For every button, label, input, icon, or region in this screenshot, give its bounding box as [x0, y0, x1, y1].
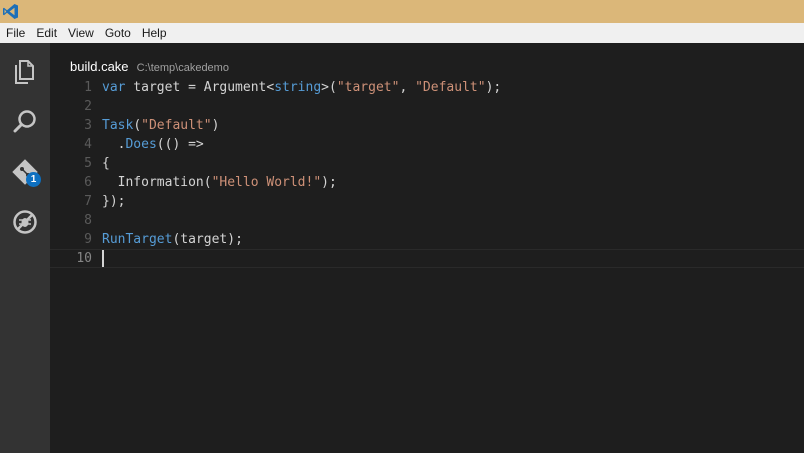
- code-line[interactable]: 5{: [50, 154, 804, 173]
- keyword-token: var: [102, 80, 126, 95]
- menu-file[interactable]: File: [0, 23, 30, 43]
- debug-icon: [13, 210, 37, 234]
- code-line[interactable]: 4 .Does(() =>: [50, 135, 804, 154]
- search-button[interactable]: [0, 97, 50, 147]
- line-text: });: [102, 192, 125, 211]
- code-token: ): [211, 118, 220, 133]
- line-text: .Does(() =>: [102, 135, 204, 154]
- editor-area[interactable]: build.cake C:\temp\cakedemo 1 var target …: [50, 43, 804, 453]
- line-text: RunTarget(target);: [102, 230, 243, 249]
- code-line[interactable]: 7});: [50, 192, 804, 211]
- code-token: );: [485, 80, 502, 95]
- menu-help[interactable]: Help: [136, 23, 172, 43]
- line-number: 4: [84, 137, 92, 152]
- git-badge: 1: [26, 172, 41, 187]
- string-token: "target": [336, 80, 400, 95]
- line-number: 2: [84, 99, 92, 114]
- file-path: C:\temp\cakedemo: [136, 62, 229, 74]
- code-token: {: [102, 156, 110, 171]
- code-token: });: [102, 194, 126, 209]
- code-token: (() =>: [156, 137, 204, 152]
- keyword-token: RunTarget: [102, 232, 173, 247]
- keyword-token: Does: [125, 137, 157, 152]
- line-number: 1: [84, 80, 92, 95]
- string-token: "Default": [141, 118, 212, 133]
- code-line[interactable]: 10: [50, 249, 804, 268]
- code-token: (target);: [172, 232, 243, 247]
- text-cursor: [102, 250, 104, 267]
- code-line[interactable]: 6 Information("Hello World!");: [50, 173, 804, 192]
- line-number: 10: [76, 251, 92, 266]
- files-icon: [15, 60, 34, 84]
- debug-button[interactable]: [0, 197, 50, 247]
- editor-title: build.cake C:\temp\cakedemo: [70, 56, 229, 74]
- code-token: target = Argument<: [125, 80, 275, 95]
- menu-goto[interactable]: Goto: [99, 23, 136, 43]
- code-line[interactable]: 1 var target = Argument<string>("target",…: [50, 78, 804, 97]
- code-area[interactable]: 1 var target = Argument<string>("target",…: [50, 78, 804, 268]
- code-line[interactable]: 3 Task("Default"): [50, 116, 804, 135]
- vscode-logo-icon: [3, 4, 18, 19]
- code-token: (: [133, 118, 142, 133]
- code-token: ,: [399, 80, 416, 95]
- line-number: 6: [84, 175, 92, 190]
- git-button[interactable]: 1: [0, 147, 50, 197]
- menu-bar: File Edit View Goto Help: [0, 23, 804, 43]
- code-token: );: [321, 175, 337, 190]
- explorer-button[interactable]: [0, 47, 50, 97]
- string-token: "Default": [415, 80, 486, 95]
- line-text: Task("Default"): [102, 116, 219, 135]
- keyword-token: Task: [102, 118, 134, 133]
- line-text: Information("Hello World!");: [102, 173, 337, 192]
- keyword-token: string: [274, 80, 322, 95]
- code-token: >(: [321, 80, 337, 95]
- line-text: {: [102, 154, 110, 173]
- code-token: Information(: [102, 175, 212, 190]
- activity-bar: 1: [0, 43, 50, 453]
- code-line[interactable]: 8: [50, 211, 804, 230]
- line-text: var target = Argument<string>("target", …: [102, 78, 501, 97]
- code-line[interactable]: 2: [50, 97, 804, 116]
- line-number: 7: [84, 194, 92, 209]
- title-bar: [0, 0, 804, 23]
- line-number: 3: [84, 118, 92, 133]
- file-name[interactable]: build.cake: [70, 59, 129, 74]
- code-line[interactable]: 9 RunTarget(target);: [50, 230, 804, 249]
- menu-edit[interactable]: Edit: [30, 23, 62, 43]
- string-token: "Hello World!": [211, 175, 322, 190]
- line-number: 5: [84, 156, 92, 171]
- line-number: 8: [84, 213, 92, 228]
- search-icon: [13, 110, 36, 133]
- menu-view[interactable]: View: [62, 23, 99, 43]
- line-number: 9: [84, 232, 92, 247]
- code-token: .: [102, 137, 126, 152]
